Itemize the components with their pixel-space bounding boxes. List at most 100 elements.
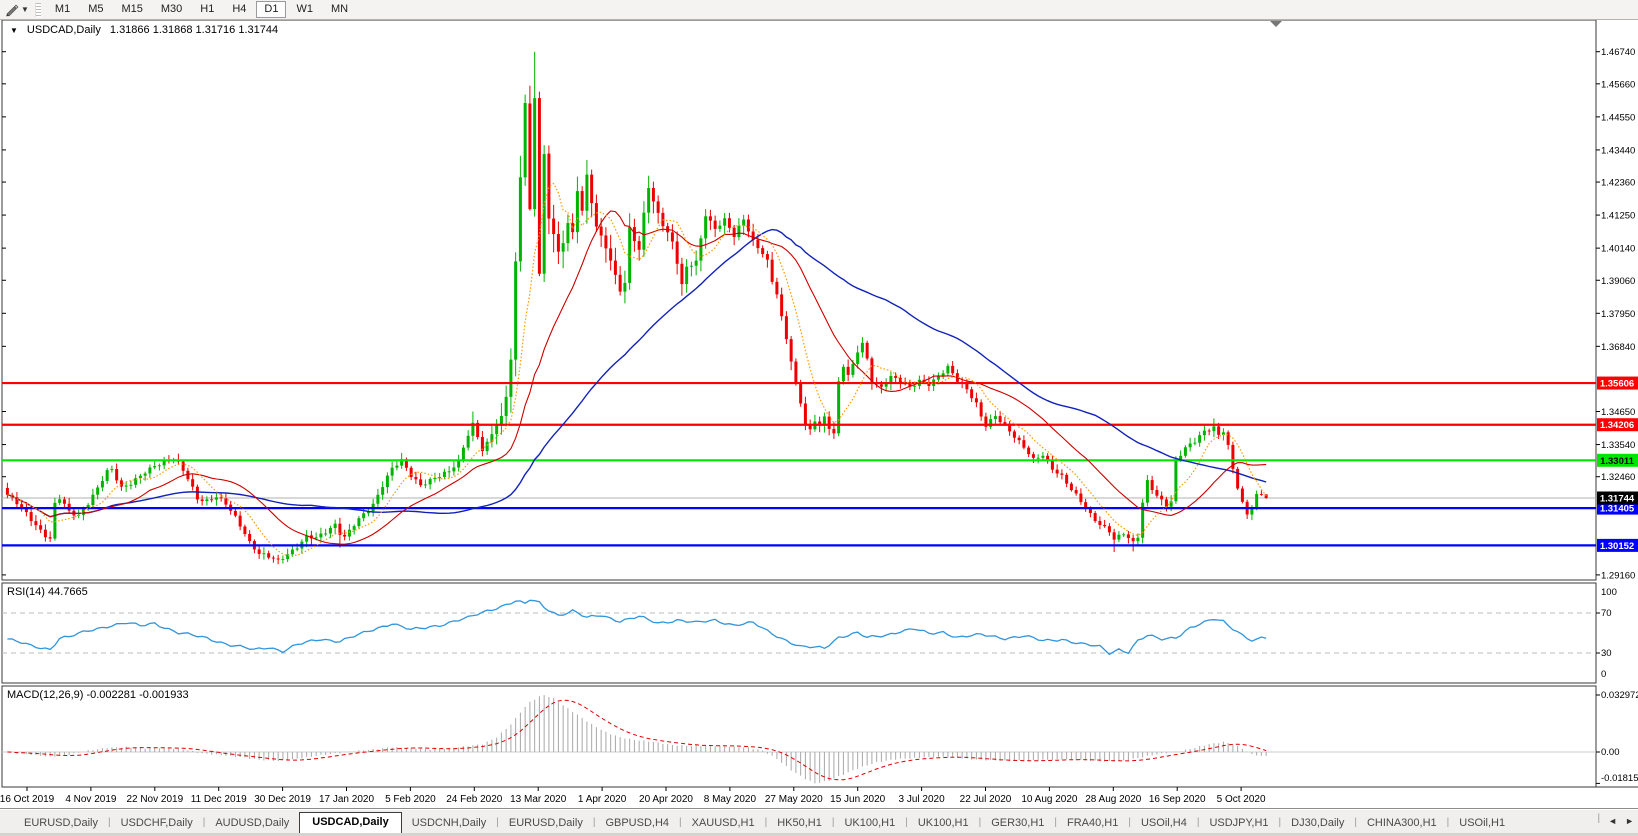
tab-dj30-daily[interactable]: DJ30,Daily bbox=[1281, 814, 1354, 833]
tab-usdchf-daily[interactable]: USDCHF,Daily bbox=[111, 814, 203, 833]
axis-text: 1.33540 bbox=[1601, 440, 1635, 451]
tab-audusd-daily[interactable]: AUDUSD,Daily bbox=[205, 814, 299, 833]
tab-usdcnh-daily[interactable]: USDCNH,Daily bbox=[402, 814, 497, 833]
tab-fra40-h1[interactable]: FRA40,H1 bbox=[1057, 814, 1128, 833]
dropdown-caret-icon[interactable]: ▼ bbox=[21, 5, 29, 14]
symbol-tabs: EURUSD,Daily|USDCHF,Daily|AUDUSD,DailyUS… bbox=[14, 811, 1515, 833]
axis-text: 30 bbox=[1601, 648, 1612, 659]
candle bbox=[514, 252, 517, 376]
timeframe-button-M30[interactable]: M30 bbox=[153, 1, 190, 18]
axis-text: 1.34206 bbox=[1600, 420, 1634, 431]
tab-eurusd-daily[interactable]: EURUSD,Daily bbox=[499, 814, 593, 833]
axis-text: 1.44550 bbox=[1601, 112, 1635, 123]
tab-scroll-right-icon[interactable]: ► bbox=[1625, 816, 1634, 826]
candle bbox=[528, 86, 531, 211]
axis-text: 1.42360 bbox=[1601, 178, 1635, 189]
chart-title-ohlc: 1.31866 1.31868 1.31716 1.31744 bbox=[110, 24, 278, 36]
tab-usdcad-daily[interactable]: USDCAD,Daily bbox=[299, 812, 401, 833]
tab-xauusd-h1[interactable]: XAUUSD,H1 bbox=[682, 814, 765, 833]
tab-ger30-h1[interactable]: GER30,H1 bbox=[981, 814, 1054, 833]
axis-text: 70 bbox=[1601, 608, 1612, 619]
axis-text: 1.45660 bbox=[1601, 79, 1635, 90]
timeframe-button-M15[interactable]: M15 bbox=[113, 1, 150, 18]
timeframe-button-M1[interactable]: M1 bbox=[47, 1, 78, 18]
axis-text: 100 bbox=[1601, 587, 1617, 598]
axis-text: 1 Apr 2020 bbox=[578, 794, 627, 805]
candle bbox=[1241, 486, 1244, 503]
axis-text: 1.35606 bbox=[1600, 379, 1634, 390]
symbol-tabbar: EURUSD,Daily|USDCHF,Daily|AUDUSD,DailyUS… bbox=[0, 808, 1638, 833]
tab-scroll-left-icon[interactable]: ◄ bbox=[1608, 816, 1617, 826]
axis-text: 1.33011 bbox=[1600, 456, 1635, 467]
panel-border bbox=[2, 20, 1596, 580]
candle bbox=[1236, 467, 1239, 490]
candle bbox=[538, 92, 541, 277]
axis-text: 20 Apr 2020 bbox=[639, 794, 693, 805]
tab-uk100-h1[interactable]: UK100,H1 bbox=[908, 814, 979, 833]
axis-text: 0.032972 bbox=[1601, 690, 1638, 701]
tab-usoil-h1[interactable]: USOil,H1 bbox=[1449, 814, 1515, 833]
axis-text: 27 May 2020 bbox=[765, 794, 823, 805]
timeframe-button-M5[interactable]: M5 bbox=[80, 1, 111, 18]
axis-text: 5 Oct 2020 bbox=[1217, 794, 1266, 805]
candle bbox=[53, 498, 56, 541]
axis-text: 1.36840 bbox=[1601, 342, 1635, 353]
line-studies-icon[interactable] bbox=[3, 2, 21, 18]
tab-uk100-h1[interactable]: UK100,H1 bbox=[834, 814, 905, 833]
axis-text: 24 Feb 2020 bbox=[446, 794, 503, 805]
axis-text: 22 Nov 2019 bbox=[126, 794, 183, 805]
candle bbox=[1231, 442, 1234, 474]
candle bbox=[837, 377, 840, 436]
timeframe-button-H4[interactable]: H4 bbox=[224, 1, 254, 18]
toolbar-gripper[interactable] bbox=[35, 3, 41, 17]
candle bbox=[794, 358, 797, 385]
axis-text: 16 Oct 2019 bbox=[0, 794, 55, 805]
tab-scroll-arrows: | ◄ ► bbox=[1598, 813, 1634, 829]
axis-text: 16 Sep 2020 bbox=[1149, 794, 1206, 805]
axis-text: 0 bbox=[1601, 669, 1606, 680]
axis-text: 1.43440 bbox=[1601, 145, 1635, 156]
panel-border bbox=[2, 686, 1596, 787]
axis-text: 1.41250 bbox=[1601, 211, 1635, 222]
axis-text: -0.018154 bbox=[1601, 773, 1638, 784]
timeframe-button-H1[interactable]: H1 bbox=[192, 1, 222, 18]
axis-text: 8 May 2020 bbox=[704, 794, 757, 805]
timeframe-button-MN[interactable]: MN bbox=[323, 1, 356, 18]
axis-text: 1.37950 bbox=[1601, 309, 1635, 320]
axis-text: 1.34650 bbox=[1601, 407, 1635, 418]
candle bbox=[476, 420, 479, 439]
axis-text: 22 Jul 2020 bbox=[960, 794, 1012, 805]
timeframe-button-W1[interactable]: W1 bbox=[288, 1, 321, 18]
panel-border bbox=[2, 583, 1596, 683]
axis-text: 1.46740 bbox=[1601, 47, 1635, 58]
candle bbox=[524, 95, 527, 186]
axis-text: 15 Jun 2020 bbox=[830, 794, 885, 805]
price-chart[interactable]: 1.46740 1.45660 1.44550 1.43440 1.42360 1.412… bbox=[0, 0, 1638, 808]
chart-menu-icon[interactable]: ▼ bbox=[10, 26, 18, 35]
tab-china300-h1[interactable]: CHINA300,H1 bbox=[1357, 814, 1447, 833]
toolbar: ▼ M1M5M15M30H1H4D1W1MN bbox=[0, 0, 1638, 20]
tab-separator: | bbox=[1598, 813, 1601, 829]
tab-eurusd-daily[interactable]: EURUSD,Daily bbox=[14, 814, 108, 833]
axis-text: 4 Nov 2019 bbox=[65, 794, 117, 805]
axis-text: 1.31405 bbox=[1600, 504, 1635, 515]
axis-text: 1.32460 bbox=[1601, 472, 1635, 483]
axis-text: 11 Dec 2019 bbox=[191, 794, 247, 805]
axis-text: 1.39060 bbox=[1601, 276, 1635, 287]
timeframe-button-D1[interactable]: D1 bbox=[256, 1, 286, 18]
axis-text: 5 Feb 2020 bbox=[385, 794, 436, 805]
tab-usoil-h4[interactable]: USOil,H4 bbox=[1131, 814, 1197, 833]
tab-usdjpy-h1[interactable]: USDJPY,H1 bbox=[1199, 814, 1278, 833]
chart-title: ▼ USDCAD,Daily 1.31866 1.31868 1.31716 1… bbox=[10, 24, 278, 36]
tab-hk50-h1[interactable]: HK50,H1 bbox=[767, 814, 832, 833]
axis-text: 1.40140 bbox=[1601, 244, 1635, 255]
rsi-label: RSI(14) 44.7665 bbox=[7, 586, 88, 598]
axis-text: 1.30152 bbox=[1600, 541, 1634, 552]
macd-label: MACD(12,26,9) -0.002281 -0.001933 bbox=[7, 689, 189, 701]
axis-text: 0.00 bbox=[1601, 747, 1620, 758]
candle bbox=[866, 341, 869, 361]
tab-gbpusd-h4[interactable]: GBPUSD,H4 bbox=[595, 814, 679, 833]
axis-text: 17 Jan 2020 bbox=[319, 794, 374, 805]
axis-text: 30 Dec 2019 bbox=[254, 794, 311, 805]
axis-text: 10 Aug 2020 bbox=[1021, 794, 1078, 805]
